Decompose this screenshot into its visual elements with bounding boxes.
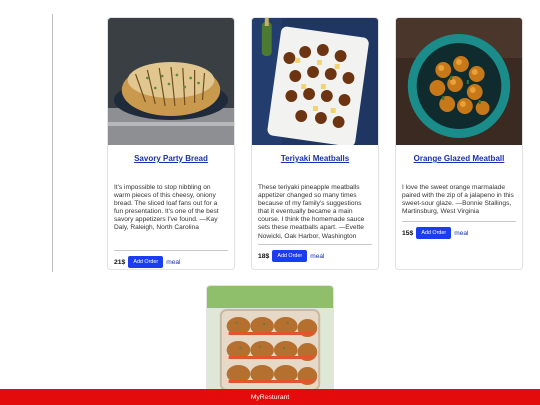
food-image <box>207 286 333 394</box>
meal-category-link[interactable]: meal <box>166 259 180 266</box>
food-image <box>108 18 234 145</box>
food-image <box>252 18 378 145</box>
vertical-divider <box>52 14 53 272</box>
card-divider <box>258 244 372 245</box>
card-description: I love the sweet orange marmalade paired… <box>402 184 514 216</box>
footer-brand: MyResturant <box>250 393 290 401</box>
card-divider <box>114 250 228 251</box>
meal-category-link[interactable]: meal <box>454 230 468 237</box>
add-order-button[interactable]: Add Order <box>272 250 308 262</box>
card-description: It's impossible to stop nibbling on warm… <box>114 184 219 232</box>
card-title-link[interactable]: Savory Party Bread <box>108 154 234 163</box>
card-title-link[interactable]: Orange Glazed Meatball <box>396 154 522 163</box>
price-label: 18$ <box>258 252 270 260</box>
price-label: 21$ <box>114 258 126 266</box>
menu-card-teriyaki-meatballs: Teriyaki Meatballs These teriyaki pineap… <box>251 17 379 270</box>
card-title-link[interactable]: Teriyaki Meatballs <box>252 154 378 163</box>
card-description: These teriyaki pineapple meatballs appet… <box>258 184 365 240</box>
menu-card-orange-glazed-meatball: Orange Glazed Meatball I love the sweet … <box>395 17 523 270</box>
site-footer: MyResturant <box>0 389 540 405</box>
meal-category-link[interactable]: meal <box>310 253 324 260</box>
price-label: 15$ <box>402 229 414 237</box>
card-divider <box>402 221 516 222</box>
menu-card-savory-party-bread: Savory Party Bread It's impossible to st… <box>107 17 235 270</box>
food-image <box>396 18 522 145</box>
menu-card-sliders <box>206 285 334 395</box>
add-order-button[interactable]: Add Order <box>416 227 452 239</box>
add-order-button[interactable]: Add Order <box>128 256 164 268</box>
